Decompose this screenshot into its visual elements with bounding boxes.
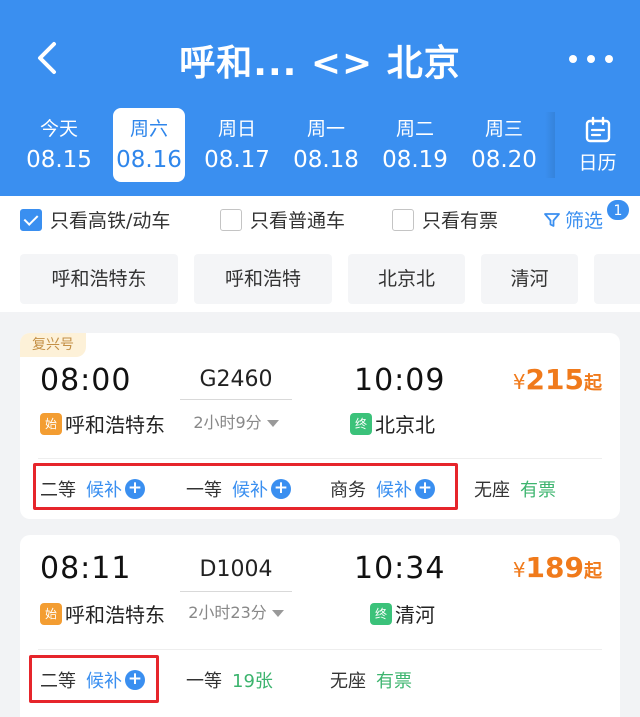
chevron-down-icon (266, 420, 279, 427)
price: ¥189起 (513, 551, 602, 584)
departure-time: 08:11 (40, 551, 132, 586)
header-bar: 呼和... <> 北京 今天 08.15 周六 08.16 周日 08.17 周… (0, 0, 640, 196)
price-currency: ¥ (512, 370, 526, 394)
seat-first-class[interactable]: 一等 19张 (186, 667, 273, 693)
seat-status: 有票 (520, 480, 556, 501)
date-tab-weekday: 周一 (306, 118, 345, 140)
normal-train-only-label: 只看普通车 (250, 210, 346, 232)
train-number: G2460 (199, 367, 273, 392)
duration-toggle[interactable]: 2小时23分 (166, 599, 306, 623)
date-tab-date: 08.19 (382, 147, 448, 173)
station-chip[interactable]: 清河 (481, 254, 578, 304)
date-tab[interactable]: 周二 08.19 (371, 108, 459, 182)
train-number: D1004 (199, 557, 273, 582)
seat-no-seat[interactable]: 无座 有票 (474, 476, 556, 502)
train-type-tag: 复兴号 (20, 333, 86, 357)
high-speed-only-label: 只看高铁/动车 (50, 210, 171, 232)
duration-text: 2小时23分 (188, 603, 267, 622)
date-tab-date: 08.16 (116, 147, 182, 173)
arrival-time: 10:09 (354, 363, 446, 398)
departure-station-name: 呼和浩特东 (65, 413, 165, 437)
checkbox-checked-icon (20, 208, 42, 231)
arrival-station: 终 北京北 (350, 409, 435, 438)
price-value: 189 (525, 551, 584, 584)
seat-class-label: 一等 (186, 671, 222, 692)
more-options-icon[interactable] (566, 52, 616, 66)
departure-time: 08:00 (40, 363, 132, 398)
calendar-label: 日历 (578, 152, 617, 174)
date-tab-date: 08.20 (471, 147, 537, 173)
date-tab-weekday: 周六 (129, 118, 168, 140)
date-selector: 今天 08.15 周六 08.16 周日 08.17 周一 08.18 周二 0… (0, 108, 640, 184)
date-tab-weekday: 周二 (395, 118, 434, 140)
date-tab-date: 08.18 (293, 147, 359, 173)
highlight-box (29, 655, 159, 703)
filter-count-badge: 1 (606, 199, 630, 221)
date-tab-selected[interactable]: 周六 08.16 (113, 108, 185, 182)
date-tab-date: 08.15 (26, 147, 92, 173)
price: ¥215起 (513, 363, 602, 396)
date-tab[interactable]: 周一 08.18 (282, 108, 370, 182)
seat-class-label: 无座 (474, 480, 510, 501)
arrival-time: 10:34 (354, 551, 446, 586)
date-tab[interactable]: 今天 08.15 (15, 108, 103, 182)
card-divider (38, 649, 602, 650)
arrival-station-name: 清河 (395, 603, 435, 627)
duration-toggle[interactable]: 2小时9分 (166, 409, 306, 433)
departure-station: 始 呼和浩特东 (40, 409, 165, 438)
date-tab-date: 08.17 (204, 147, 270, 173)
card-divider (38, 458, 602, 459)
chevron-down-icon (271, 610, 284, 617)
route-line (180, 399, 292, 400)
date-tab-weekday: 周三 (484, 118, 523, 140)
departure-station: 始 呼和浩特东 (40, 599, 165, 628)
seat-status: 有票 (376, 671, 412, 692)
date-tab-weekday: 今天 (39, 118, 78, 140)
price-value: 215 (525, 363, 584, 396)
filter-bar: 只看高铁/动车 只看普通车 只看有票 筛选 (0, 196, 640, 242)
station-chip[interactable]: 呼和浩特东 (20, 254, 178, 304)
seat-status: 19张 (232, 671, 273, 692)
price-currency: ¥ (512, 558, 526, 582)
station-chip[interactable]: 呼和浩特 (194, 254, 332, 304)
station-chip[interactable]: 北京北 (348, 254, 465, 304)
arrival-station-name: 北京北 (375, 413, 435, 437)
calendar-button[interactable]: 日历 (555, 108, 640, 182)
available-only-label: 只看有票 (422, 210, 499, 232)
start-station-icon: 始 (40, 412, 62, 435)
duration-text: 2小时9分 (193, 413, 262, 432)
departure-station-name: 呼和浩特东 (65, 603, 165, 627)
route-title[interactable]: 呼和... <> 北京 (0, 34, 640, 86)
price-suffix: 起 (584, 561, 602, 582)
filter-label: 筛选 (565, 210, 604, 232)
arrival-station: 终 清河 (370, 599, 435, 628)
available-only-checkbox[interactable]: 只看有票 (392, 206, 498, 233)
end-station-icon: 终 (350, 412, 372, 435)
checkbox-unchecked-icon (392, 208, 414, 231)
station-filter-row: 呼和浩特东 呼和浩特 北京北 清河 (0, 242, 640, 312)
price-suffix: 起 (584, 373, 602, 394)
normal-train-only-checkbox[interactable]: 只看普通车 (220, 206, 345, 233)
funnel-icon (544, 212, 560, 227)
calendar-icon (585, 116, 611, 143)
high-speed-only-checkbox[interactable]: 只看高铁/动车 (20, 206, 170, 233)
seat-no-seat[interactable]: 无座 有票 (330, 667, 412, 693)
date-tab[interactable]: 周日 08.17 (193, 108, 281, 182)
date-tab[interactable]: 周三 08.20 (460, 108, 548, 182)
highlight-box (33, 463, 458, 510)
start-station-icon: 始 (40, 602, 62, 625)
seat-class-label: 无座 (330, 671, 366, 692)
end-station-icon: 终 (370, 602, 392, 625)
filter-button[interactable]: 筛选 (542, 206, 603, 233)
checkbox-unchecked-icon (220, 208, 242, 231)
date-tab-weekday: 周日 (217, 118, 256, 140)
route-line (180, 591, 292, 592)
station-chip-more[interactable] (594, 254, 640, 304)
